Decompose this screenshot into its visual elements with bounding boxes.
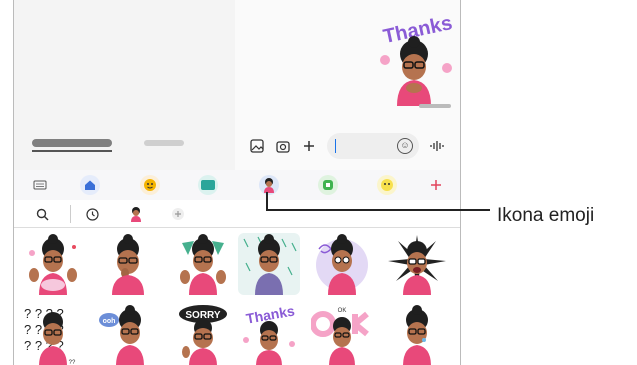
- sent-sticker-thanks[interactable]: Thanks: [369, 12, 459, 106]
- sticker-icon[interactable]: [318, 175, 338, 195]
- sticker-cell[interactable]: [311, 233, 373, 295]
- recent-clock-icon[interactable]: [84, 206, 100, 222]
- sticker-cell[interactable]: [22, 233, 84, 295]
- subbar-divider: [70, 205, 71, 223]
- sticker-cell[interactable]: Thanks: [238, 304, 300, 365]
- tab-selected-indicator: [32, 150, 112, 152]
- avatar-selector-icon[interactable]: [128, 206, 144, 222]
- message-composer: ☺: [235, 126, 460, 166]
- sticker-cell[interactable]: [386, 233, 448, 295]
- ar-emoji-icon[interactable]: [259, 175, 279, 195]
- keyboard-toolbar: [14, 170, 460, 200]
- home-icon[interactable]: [80, 175, 100, 195]
- sticker-cell[interactable]: ooh: [97, 304, 159, 365]
- sticker-cell[interactable]: SORRY: [172, 304, 234, 365]
- ar-emoji-subbar: [14, 200, 460, 228]
- bitmoji-icon[interactable]: [377, 175, 397, 195]
- camera-icon[interactable]: [275, 138, 291, 154]
- tab-contacts[interactable]: [144, 140, 184, 146]
- callout-leader-vertical: [266, 192, 268, 210]
- plus-icon[interactable]: [301, 138, 317, 154]
- text-cursor: [335, 139, 336, 153]
- emoji-category-icon[interactable]: [140, 175, 160, 195]
- ar-emoji-sticker-grid: ? ? ? ? ? ? ? ? ? ? ? ? ?? ooh SORRY: [14, 229, 460, 365]
- search-icon[interactable]: [34, 206, 50, 222]
- keyboard-icon[interactable]: [30, 175, 50, 195]
- emoji-face-icon[interactable]: ☺: [397, 138, 413, 154]
- voice-record-icon[interactable]: [429, 138, 445, 154]
- message-input[interactable]: ☺: [327, 133, 419, 159]
- add-icon[interactable]: [426, 175, 446, 195]
- sticker-caption: ooh: [103, 318, 116, 325]
- sticker-cell[interactable]: [97, 233, 159, 295]
- gif-icon[interactable]: [198, 175, 218, 195]
- sticker-cell[interactable]: [386, 304, 448, 365]
- message-timestamp: [419, 104, 451, 108]
- gallery-icon[interactable]: [249, 138, 265, 154]
- phone-screen: Thanks ☺ ? ? ? ? ? ? ? ? ? ? ?? ooh SORR…: [13, 0, 461, 365]
- conversation-pane: Thanks ☺: [235, 0, 460, 170]
- sticker-caption: ??: [69, 360, 76, 365]
- sticker-cell[interactable]: ? ? ? ? ? ? ? ? ? ? ? ? ??: [22, 304, 84, 365]
- sticker-cell[interactable]: [172, 233, 234, 295]
- sticker-cell[interactable]: [238, 233, 300, 295]
- tab-conversations[interactable]: [32, 139, 112, 147]
- sticker-caption: OK: [338, 308, 347, 314]
- sticker-cell[interactable]: OK: [311, 304, 373, 365]
- callout-leader-horizontal: [266, 209, 490, 211]
- conversation-list-pane: [14, 0, 235, 170]
- add-avatar-icon[interactable]: [170, 206, 186, 222]
- callout-label: Ikona emoji: [497, 205, 595, 226]
